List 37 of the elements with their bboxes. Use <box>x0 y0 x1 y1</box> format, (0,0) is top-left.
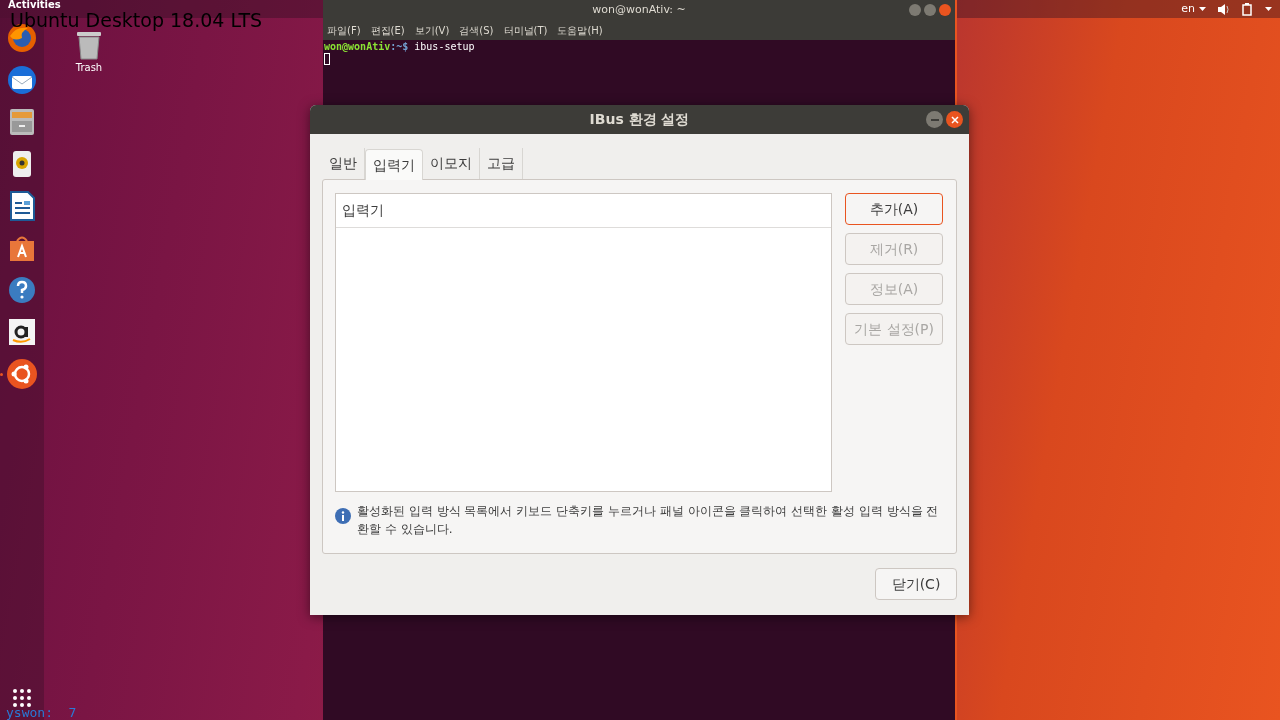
info-icon <box>335 508 351 524</box>
prompt-user: won@wonAtiv <box>324 41 391 53</box>
command-text: ibus-setup <box>414 41 475 53</box>
dialog-button[interactable]: 추가(A) <box>845 193 943 225</box>
caret-icon <box>1199 7 1206 11</box>
language-menu[interactable]: en <box>1181 0 1206 18</box>
amazon-icon[interactable] <box>6 316 38 348</box>
prompt-path: :~$ <box>390 41 409 53</box>
window-title: won@wonAtiv: ~ <box>592 1 686 18</box>
cursor <box>324 53 330 65</box>
overlay-caption: Ubuntu Desktop 18.04 LTS <box>10 11 263 30</box>
menu-item[interactable]: 보기(V) <box>414 22 450 38</box>
close-button[interactable] <box>946 111 963 128</box>
dialog-title: IBus 환경 설정 <box>589 110 690 129</box>
battery-icon[interactable] <box>1242 2 1253 16</box>
minimize-button[interactable] <box>909 4 921 16</box>
close-icon <box>950 115 959 124</box>
help-icon[interactable] <box>6 274 38 306</box>
recorder-label: yswon: 7 <box>6 704 77 720</box>
tab[interactable]: 입력기 <box>365 149 423 180</box>
icon-label: Trash <box>75 61 103 75</box>
caret-icon[interactable] <box>1265 7 1272 11</box>
menu-item[interactable]: 파일(F) <box>327 22 361 38</box>
speaker-icon[interactable] <box>1218 3 1230 15</box>
mail-icon[interactable] <box>6 64 38 96</box>
column-header[interactable]: 입력기 <box>336 194 831 228</box>
close-dialog-button[interactable]: 닫기(C) <box>875 568 957 600</box>
info-text: 활성화된 입력 방식 목록에서 키보드 단축키를 누르거나 패널 아이콘을 클릭하여 선택한 활성 입력 방식을 전환할 수 있습니다. <box>357 503 940 538</box>
menu-item[interactable]: 검색(S) <box>459 22 494 38</box>
menu-item[interactable]: 터미널(T) <box>503 22 548 38</box>
menu-item[interactable]: 편집(E) <box>370 22 405 38</box>
maximize-button[interactable] <box>924 4 936 16</box>
ubuntu-icon[interactable] <box>6 358 38 390</box>
activities-button[interactable]: Activities <box>8 0 61 10</box>
trash-icon[interactable] <box>76 30 102 60</box>
app-grid-icon[interactable] <box>12 688 32 708</box>
menu-item[interactable]: 도움말(H) <box>557 22 603 38</box>
